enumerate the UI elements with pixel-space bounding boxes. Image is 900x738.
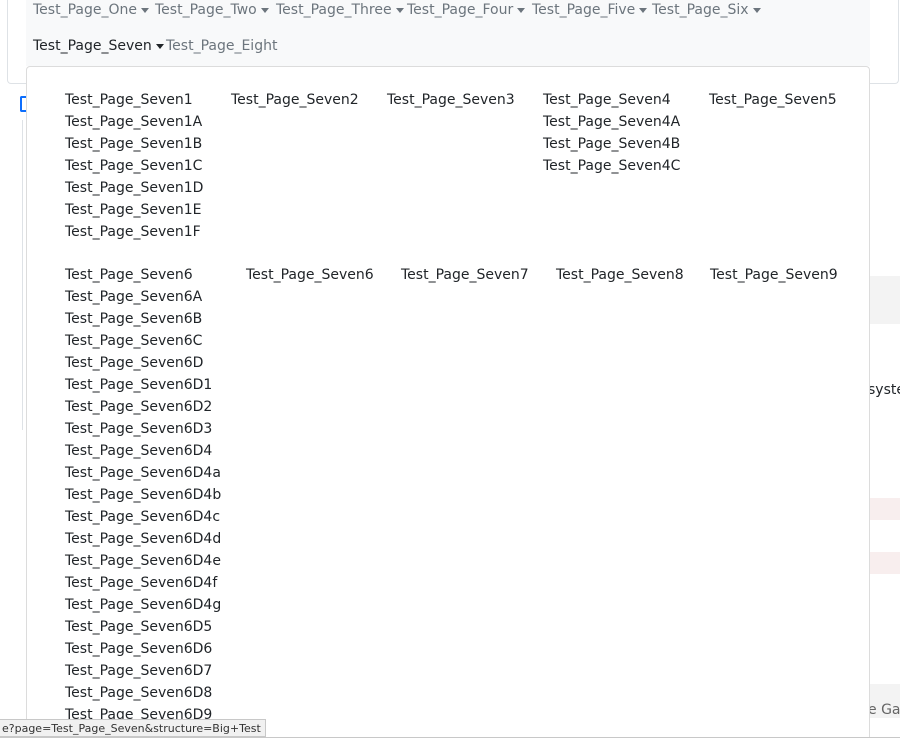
menu-item-link[interactable]: Test_Page_Seven1 [65,89,203,111]
nav-test-page-four[interactable]: Test_Page_Four [407,2,526,18]
menu-item-link[interactable]: Test_Page_Seven6D4c [65,506,221,528]
nav-test-page-seven[interactable]: Test_Page_Seven [33,38,164,54]
menu-item-link[interactable]: Test_Page_Seven9 [710,264,838,286]
dropdown-menu-test-page-seven: Test_Page_Seven1 Test_Page_Seven1A Test_Pa… [26,66,870,738]
nav-test-page-three[interactable]: Test_Page_Three [276,2,404,18]
menu-item-link[interactable]: Test_Page_Seven7 [401,264,529,286]
nav-test-page-eight[interactable]: Test_Page_Eight [166,38,277,54]
chevron-down-icon [752,8,761,13]
menu-item-link[interactable]: Test_Page_Seven3 [387,89,515,111]
menu-column: Test_Page_Seven4 Test_Page_Seven4A Test_Pa… [543,89,680,177]
menu-item-link[interactable]: Test_Page_Seven6D4b [65,484,221,506]
status-bar-url: e?page=Test_Page_Seven&structure=Big+Tes… [0,719,266,737]
background-row-highlight [870,552,900,574]
menu-column: Test_Page_Seven3 [387,89,515,111]
menu-item-link[interactable]: Test_Page_Seven4B [543,133,680,155]
chevron-down-icon [260,8,269,13]
background-text-fragment: e Gal [868,702,900,718]
menu-item-link[interactable]: Test_Page_Seven6D4e [65,550,221,572]
top-navbar: Test_Page_One Test_Page_Two Test_Page_Th… [26,0,870,66]
chevron-down-icon [639,8,648,13]
menu-item-link[interactable]: Test_Page_Seven1C [65,155,203,177]
menu-item-link[interactable]: Test_Page_Seven6D4g [65,594,221,616]
menu-item-link[interactable]: Test_Page_Seven6D8 [65,682,221,704]
menu-item-link[interactable]: Test_Page_Seven6D5 [65,616,221,638]
nav-label: Test_Page_Seven [33,38,152,54]
menu-column: Test_Page_Seven1 Test_Page_Seven1A Test_Pa… [65,89,203,243]
menu-item-link[interactable]: Test_Page_Seven5 [709,89,837,111]
nav-label: Test_Page_Five [532,2,636,18]
background-text-fragment: syste [868,382,900,398]
nav-label: Test_Page_Four [407,2,514,18]
menu-item-link[interactable]: Test_Page_Seven6A [65,286,221,308]
nav-label: Test_Page_Two [155,2,257,18]
nav-test-page-five[interactable]: Test_Page_Five [532,2,648,18]
menu-item-link[interactable]: Test_Page_Seven6 [65,264,221,286]
menu-item-link[interactable]: Test_Page_Seven6D1 [65,374,221,396]
menu-column: Test_Page_Seven8 [556,264,684,286]
menu-item-link[interactable]: Test_Page_Seven8 [556,264,684,286]
menu-item-link[interactable]: Test_Page_Seven6D4a [65,462,221,484]
nav-label: Test_Page_One [33,2,137,18]
menu-item-link[interactable]: Test_Page_Seven6D4d [65,528,221,550]
menu-item-link[interactable]: Test_Page_Seven6C [65,330,221,352]
chevron-down-icon [155,44,164,49]
menu-item-link[interactable]: Test_Page_Seven1F [65,221,203,243]
menu-item-link[interactable]: Test_Page_Seven6 [246,264,374,286]
menu-item-link[interactable]: Test_Page_Seven6D4 [65,440,221,462]
background-row-highlight [870,498,900,520]
menu-item-link[interactable]: Test_Page_Seven6B [65,308,221,330]
menu-column: Test_Page_Seven6 Test_Page_Seven6A Test_Pa… [65,264,221,726]
menu-item-link[interactable]: Test_Page_Seven6D [65,352,221,374]
menu-item-link[interactable]: Test_Page_Seven6D3 [65,418,221,440]
menu-item-link[interactable]: Test_Page_Seven6D7 [65,660,221,682]
menu-item-link[interactable]: Test_Page_Seven6D2 [65,396,221,418]
menu-item-link[interactable]: Test_Page_Seven2 [231,89,359,111]
menu-column: Test_Page_Seven6 [246,264,374,286]
chevron-down-icon [517,8,526,13]
menu-column: Test_Page_Seven7 [401,264,529,286]
menu-column: Test_Page_Seven2 [231,89,359,111]
menu-column: Test_Page_Seven9 [710,264,838,286]
nav-label: Test_Page_Six [652,2,749,18]
nav-test-page-one[interactable]: Test_Page_One [33,2,149,18]
menu-item-link[interactable]: Test_Page_Seven6D6 [65,638,221,660]
menu-item-link[interactable]: Test_Page_Seven4C [543,155,680,177]
nav-label: Test_Page_Eight [166,38,278,54]
menu-item-link[interactable]: Test_Page_Seven1D [65,177,203,199]
nav-test-page-six[interactable]: Test_Page_Six [652,2,761,18]
nav-test-page-two[interactable]: Test_Page_Two [155,2,269,18]
menu-item-link[interactable]: Test_Page_Seven1E [65,199,203,221]
menu-item-link[interactable]: Test_Page_Seven4A [543,111,680,133]
chevron-down-icon [395,8,404,13]
menu-item-link[interactable]: Test_Page_Seven1A [65,111,203,133]
menu-item-link[interactable]: Test_Page_Seven6D4f [65,572,221,594]
menu-column: Test_Page_Seven5 [709,89,837,111]
menu-item-link[interactable]: Test_Page_Seven1B [65,133,203,155]
chevron-down-icon [140,8,149,13]
menu-item-link[interactable]: Test_Page_Seven4 [543,89,680,111]
nav-label: Test_Page_Three [276,2,392,18]
background-row-shade [870,276,900,324]
